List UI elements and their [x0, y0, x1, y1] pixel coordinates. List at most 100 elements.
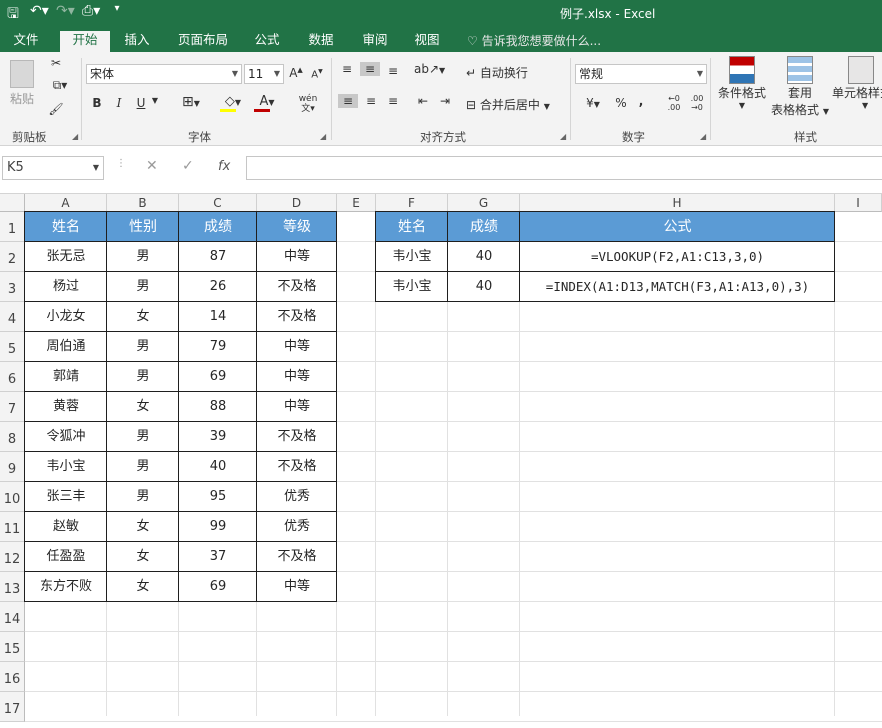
table-cell[interactable]: 男	[107, 362, 179, 392]
undo-icon[interactable]: ↶▾	[30, 3, 49, 27]
tab-data[interactable]: 数据	[298, 31, 344, 52]
tab-file[interactable]: 文件	[4, 31, 48, 52]
tab-home[interactable]: 开始	[60, 31, 110, 52]
row-header-10[interactable]: 10	[0, 482, 25, 512]
formula-text-cell[interactable]: =VLOOKUP(F2,A1:C13,3,0)	[520, 242, 835, 272]
table-cell[interactable]: 男	[107, 272, 179, 302]
row-header-8[interactable]: 8	[0, 422, 25, 452]
table-cell[interactable]: 杨过	[25, 272, 107, 302]
row-header-11[interactable]: 11	[0, 512, 25, 542]
font-launcher-icon[interactable]: ◢	[320, 132, 326, 141]
decrease-indent-icon[interactable]: ⇤	[414, 94, 432, 108]
align-top-icon[interactable]: ≡	[338, 62, 356, 76]
table-cell[interactable]: 男	[107, 332, 179, 362]
row-header-16[interactable]: 16	[0, 662, 25, 692]
table-cell[interactable]: 39	[179, 422, 257, 452]
table-cell[interactable]: 不及格	[257, 452, 337, 482]
increase-font-icon[interactable]: A▲	[288, 66, 304, 80]
table-cell[interactable]: 优秀	[257, 482, 337, 512]
insert-function-icon[interactable]: fx	[218, 159, 230, 174]
decrease-decimal-icon[interactable]: .00 →0	[688, 94, 706, 112]
table-cell[interactable]: 中等	[257, 362, 337, 392]
phonetic-guide-icon[interactable]: wén 文▾	[296, 94, 320, 114]
column-header-h[interactable]: H	[520, 194, 835, 212]
formula-text-cell[interactable]: =INDEX(A1:D13,MATCH(F3,A1:A13,0),3)	[520, 272, 835, 302]
table-cell[interactable]: 女	[107, 302, 179, 332]
tab-page-layout[interactable]: 页面布局	[172, 31, 234, 52]
formula-input[interactable]	[246, 156, 882, 180]
tab-insert[interactable]: 插入	[114, 31, 160, 52]
format-as-table-button[interactable]: 套用 表格格式 ▼	[770, 56, 830, 118]
tab-review[interactable]: 审阅	[352, 31, 398, 52]
table-header-cell[interactable]: 成绩	[448, 212, 520, 242]
table-cell[interactable]: 韦小宝	[376, 242, 448, 272]
select-all-corner[interactable]	[0, 194, 25, 212]
column-header-i[interactable]: I	[835, 194, 882, 212]
redo-icon[interactable]: ↷▾	[56, 3, 75, 27]
table-cell[interactable]: 赵敏	[25, 512, 107, 542]
clipboard-launcher-icon[interactable]: ◢	[72, 132, 78, 141]
orientation-icon[interactable]: ab↗▼	[414, 62, 445, 76]
font-size-select[interactable]: 11 ▼	[244, 64, 284, 84]
name-box[interactable]: K5 ▼	[2, 156, 104, 180]
table-cell[interactable]: 优秀	[257, 512, 337, 542]
row-header-3[interactable]: 3	[0, 272, 25, 302]
font-name-select[interactable]: 宋体 ▼	[86, 64, 242, 84]
fill-color-icon[interactable]: ◇▼	[218, 94, 248, 112]
row-header-15[interactable]: 15	[0, 632, 25, 662]
table-cell[interactable]: 87	[179, 242, 257, 272]
table-header-cell[interactable]: 姓名	[25, 212, 107, 242]
table-header-cell[interactable]: 性别	[107, 212, 179, 242]
column-header-f[interactable]: F	[376, 194, 448, 212]
table-cell[interactable]: 中等	[257, 332, 337, 362]
table-cell[interactable]: 郭靖	[25, 362, 107, 392]
table-cell[interactable]: 中等	[257, 242, 337, 272]
table-cell[interactable]: 40	[448, 272, 520, 302]
tab-formulas[interactable]: 公式	[244, 31, 290, 52]
table-cell[interactable]: 韦小宝	[376, 272, 448, 302]
bold-button[interactable]: B	[90, 96, 104, 110]
table-cell[interactable]: 88	[179, 392, 257, 422]
table-cell[interactable]: 小龙女	[25, 302, 107, 332]
row-header-17[interactable]: 17	[0, 692, 25, 722]
table-cell[interactable]: 东方不败	[25, 572, 107, 602]
table-cell[interactable]: 周伯通	[25, 332, 107, 362]
copy-icon[interactable]: ⧉▾	[44, 78, 76, 93]
table-header-cell[interactable]: 姓名	[376, 212, 448, 242]
row-header-6[interactable]: 6	[0, 362, 25, 392]
table-cell[interactable]: 男	[107, 452, 179, 482]
table-cell[interactable]: 任盈盈	[25, 542, 107, 572]
table-header-cell[interactable]: 等级	[257, 212, 337, 242]
comma-button[interactable]: ,	[636, 94, 646, 108]
table-cell[interactable]: 令狐冲	[25, 422, 107, 452]
chevron-down-icon[interactable]: ▼	[150, 96, 160, 105]
table-cell[interactable]: 韦小宝	[25, 452, 107, 482]
row-header-9[interactable]: 9	[0, 452, 25, 482]
table-cell[interactable]: 男	[107, 422, 179, 452]
wrap-text-button[interactable]: ↵ 自动换行	[466, 64, 540, 81]
font-color-icon[interactable]: A▼	[252, 94, 282, 112]
table-cell[interactable]: 26	[179, 272, 257, 302]
currency-icon[interactable]: ¥▼	[578, 96, 608, 110]
print-preview-icon[interactable]: ⎙▾	[82, 3, 100, 27]
tell-me-box[interactable]: ♡ 告诉我您想要做什么...	[467, 32, 601, 49]
number-format-select[interactable]: 常规 ▼	[575, 64, 707, 84]
table-cell[interactable]: 中等	[257, 392, 337, 422]
row-header-13[interactable]: 13	[0, 572, 25, 602]
enter-icon[interactable]: ✓	[182, 158, 194, 174]
column-header-b[interactable]: B	[107, 194, 179, 212]
customize-qat-icon[interactable]: ▾	[108, 3, 126, 27]
table-cell[interactable]: 张三丰	[25, 482, 107, 512]
table-cell[interactable]: 女	[107, 512, 179, 542]
decrease-font-icon[interactable]: A▼	[310, 68, 324, 80]
table-cell[interactable]: 40	[448, 242, 520, 272]
table-cell[interactable]: 14	[179, 302, 257, 332]
cancel-icon[interactable]: ✕	[146, 158, 158, 174]
table-header-cell[interactable]: 成绩	[179, 212, 257, 242]
table-cell[interactable]: 69	[179, 572, 257, 602]
table-cell[interactable]: 中等	[257, 572, 337, 602]
table-cell[interactable]: 张无忌	[25, 242, 107, 272]
increase-decimal-icon[interactable]: ←0.00	[664, 94, 684, 112]
table-cell[interactable]: 69	[179, 362, 257, 392]
row-header-4[interactable]: 4	[0, 302, 25, 332]
